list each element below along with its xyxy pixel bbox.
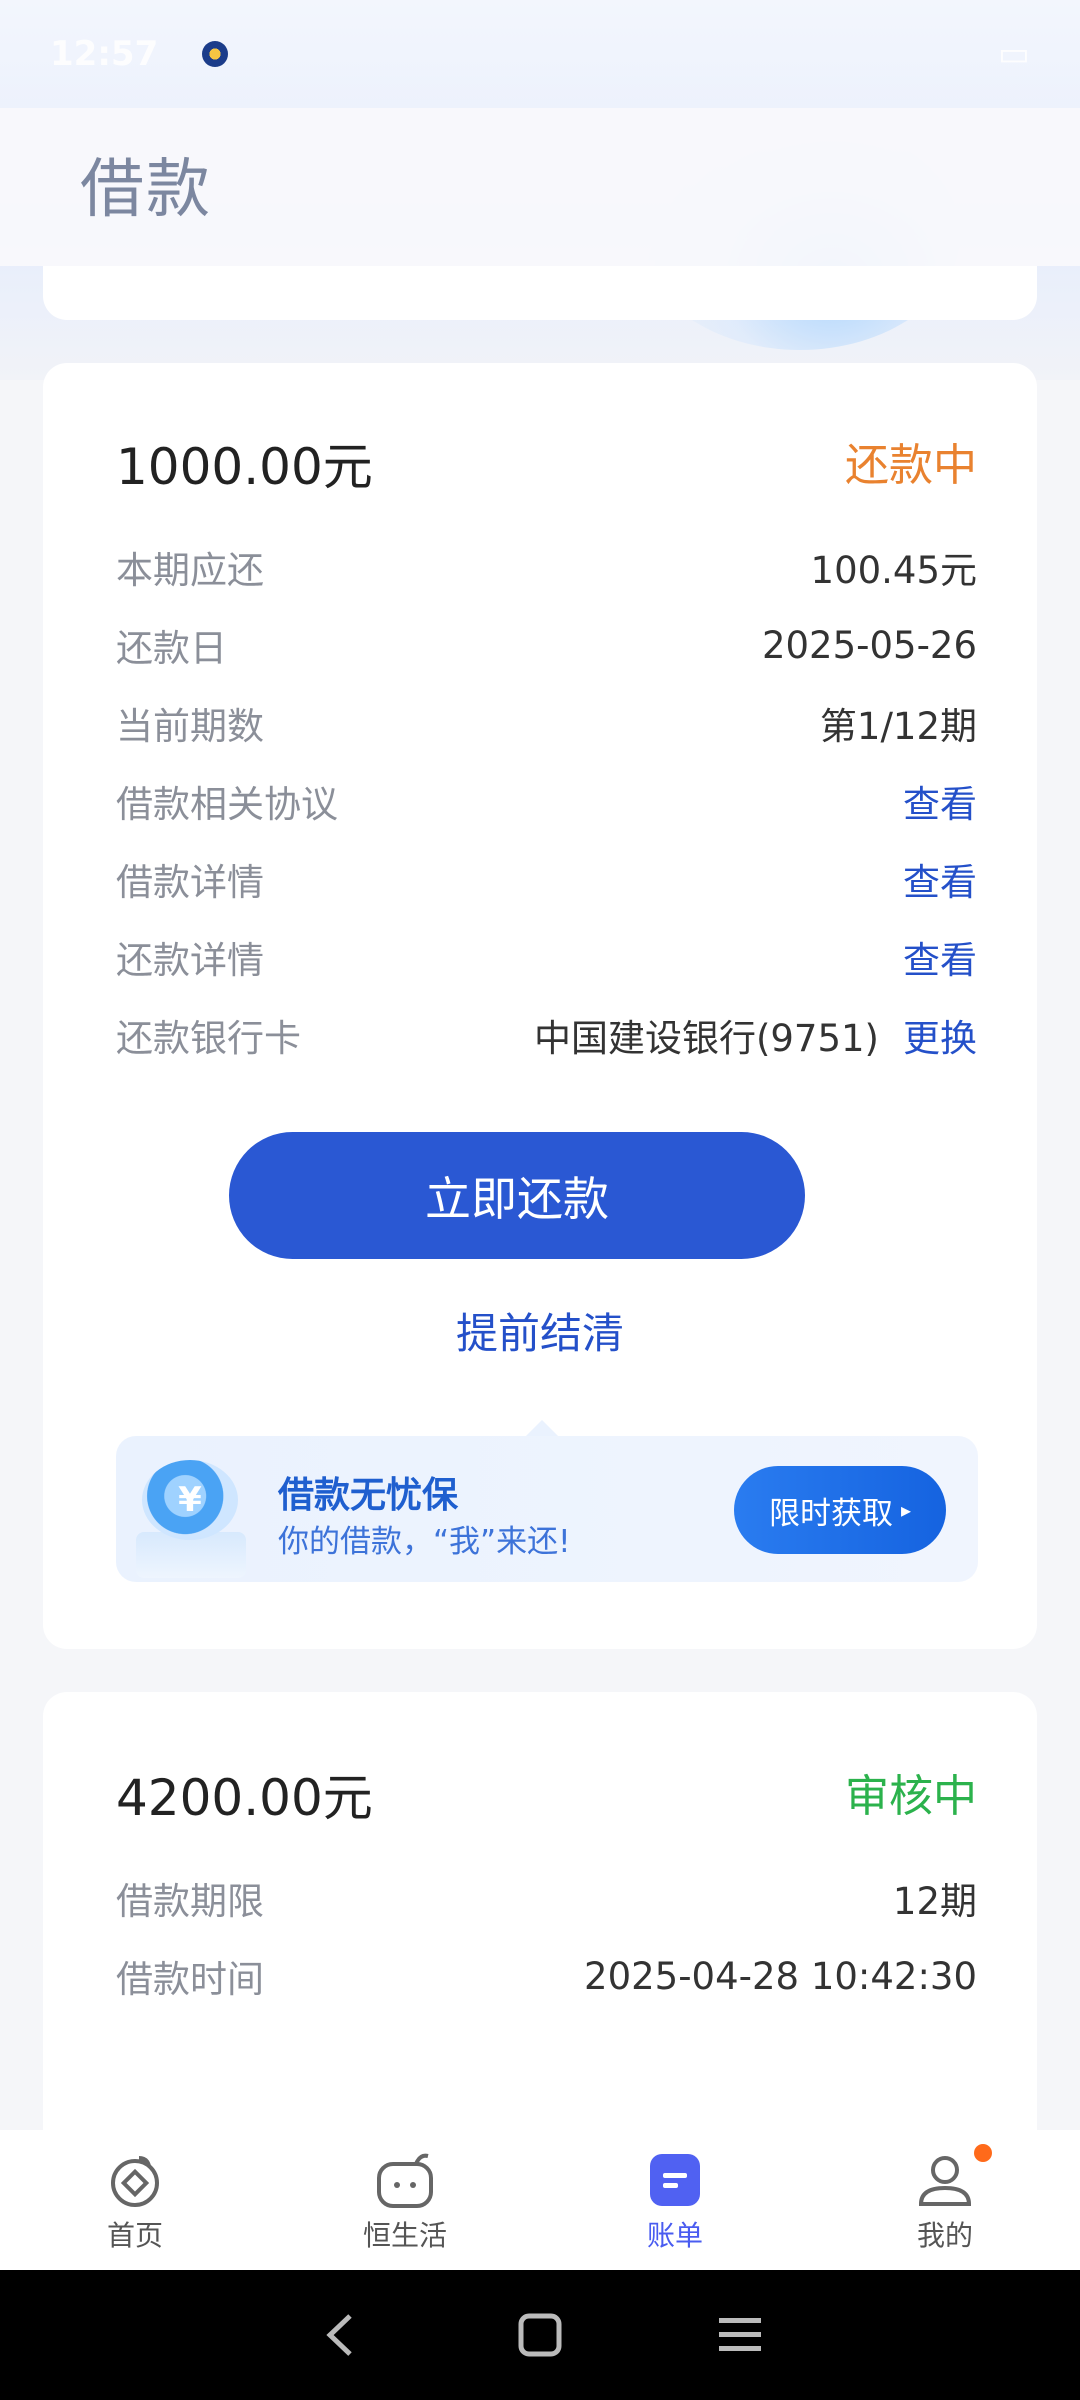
row-repay-details: 还款详情 查看: [116, 927, 977, 987]
repay-now-button[interactable]: 立即还款: [229, 1132, 805, 1259]
row-loan-time: 借款时间 2025-04-28 10:42:30: [116, 1946, 977, 2006]
row-value: 2025-05-26: [761, 623, 977, 667]
early-settle-link[interactable]: 提前结清: [43, 1300, 1037, 1361]
loan-amount: 1000.00元: [116, 438, 373, 496]
row-loan-details: 借款详情 查看: [116, 849, 977, 909]
row-value: 100.45元: [810, 549, 977, 592]
loan-card: 4200.00元 审核中 借款期限 12期 借款时间 2025-04-28 10…: [43, 1692, 1037, 2132]
play-arrow-icon: ▸: [900, 1498, 912, 1522]
row-repay-date: 还款日 2025-05-26: [116, 615, 977, 675]
view-agreement-link[interactable]: 查看: [903, 774, 977, 828]
loan-status-badge: 还款中: [845, 440, 977, 491]
tab-profile[interactable]: 我的: [810, 2130, 1080, 2270]
row-bank-card: 还款银行卡 中国建设银行(9751) 更换: [116, 1005, 977, 1065]
row-value: 2025-04-28 10:42:30: [584, 1954, 977, 1998]
loan-amount: 4200.00元: [116, 1769, 373, 1827]
view-loan-details-link[interactable]: 查看: [903, 852, 977, 906]
home-square-icon[interactable]: [510, 2305, 570, 2365]
row-loan-agreement: 借款相关协议 查看: [116, 771, 977, 831]
tab-label: 恒生活: [362, 2219, 447, 2252]
tab-label: 首页: [106, 2219, 163, 2252]
row-current-due: 本期应还 100.45元: [116, 537, 977, 597]
bank-card-group: 中国建设银行(9751) 更换: [534, 1008, 977, 1062]
tab-home[interactable]: 首页: [0, 2130, 270, 2270]
system-indicators: ▭: [998, 34, 1030, 74]
previous-card-bottom: [43, 266, 1037, 320]
row-label: 当前期数: [116, 705, 264, 748]
row-value: 第1/12期: [819, 705, 977, 748]
row-label: 借款期限: [116, 1880, 264, 1923]
promo-button-label: 限时获取: [768, 1495, 893, 1532]
row-value: 12期: [892, 1880, 977, 1923]
back-icon[interactable]: [310, 2305, 370, 2365]
promo-get-button[interactable]: 限时获取 ▸: [734, 1466, 946, 1554]
row-label: 借款详情: [116, 861, 264, 904]
view-repay-details-link[interactable]: 查看: [903, 930, 977, 984]
row-label: 本期应还: [116, 549, 264, 592]
row-label: 借款时间: [116, 1958, 264, 2001]
battery-icon: ▭: [997, 34, 1030, 74]
page-header: 借款: [0, 108, 1080, 266]
tab-label: 账单: [646, 2219, 703, 2252]
row-label: 借款相关协议: [116, 783, 338, 826]
tab-bill[interactable]: 账单: [540, 2130, 810, 2270]
tab-life[interactable]: 恒生活: [270, 2130, 540, 2270]
profile-icon: [915, 2150, 975, 2210]
notification-badge: [974, 2144, 992, 2162]
loan-status-badge: 审核中: [845, 1771, 977, 1822]
change-card-link[interactable]: 更换: [903, 1008, 977, 1062]
page-title: 借款: [80, 153, 212, 227]
home-icon: [105, 2150, 165, 2210]
bottom-tab-bar: 首页 恒生活 账单 我的: [0, 2130, 1080, 2270]
row-label: 还款详情: [116, 939, 264, 982]
life-icon: [375, 2150, 435, 2210]
row-loan-term: 借款期限 12期: [116, 1868, 977, 1928]
loan-card: 1000.00元 还款中 本期应还 100.45元 还款日 2025-05-26…: [43, 363, 1037, 1649]
row-label: 还款日: [116, 627, 227, 670]
row-current-period: 当前期数 第1/12期: [116, 693, 977, 753]
promo-subtitle: 你的借款，“我”来还!: [278, 1524, 571, 1560]
insurance-promo-banner[interactable]: ¥ 借款无忧保 你的借款，“我”来还! 限时获取 ▸: [116, 1420, 978, 1582]
bill-icon: [645, 2150, 705, 2210]
row-label: 还款银行卡: [116, 1017, 301, 1060]
status-time: 12:57: [50, 34, 159, 74]
status-bar: 12:57 ▭: [0, 0, 1080, 108]
promo-title: 借款无忧保: [278, 1475, 459, 1516]
notification-app-icon: [202, 41, 229, 67]
system-nav-bar: [0, 2270, 1080, 2400]
tab-label: 我的: [916, 2219, 973, 2252]
bank-card-value: 中国建设银行(9751): [533, 1017, 879, 1060]
yuan-coin-icon: ¥: [142, 1460, 238, 1540]
menu-icon[interactable]: [710, 2305, 770, 2365]
